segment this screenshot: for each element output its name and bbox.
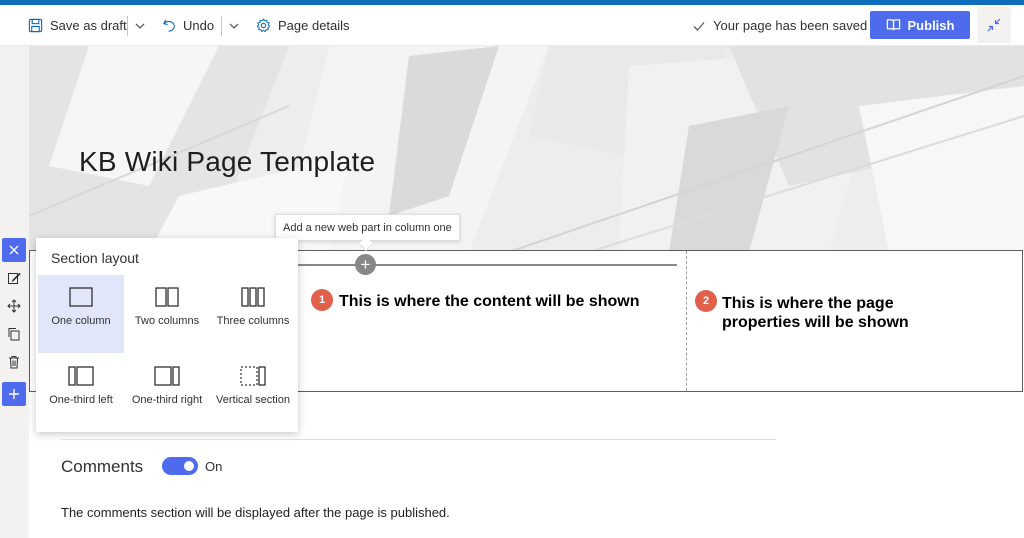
save-as-draft-button[interactable]: Save as draft — [28, 5, 127, 46]
comments-title: Comments — [61, 457, 144, 476]
comments-info-text: The comments section will be displayed a… — [61, 505, 450, 520]
layout-option-label: One-third right — [131, 394, 203, 406]
copy-icon — [8, 328, 20, 341]
delete-section-button[interactable] — [2, 350, 26, 374]
publish-label: Publish — [907, 17, 955, 33]
add-web-part-button[interactable]: + — [355, 254, 376, 275]
publish-button[interactable]: Publish — [870, 11, 970, 39]
undo-button[interactable]: Undo — [162, 5, 214, 46]
edit-icon — [8, 272, 21, 284]
one-third-left-icon — [68, 366, 94, 386]
undo-label: Undo — [183, 18, 215, 33]
one-column-icon — [69, 287, 93, 307]
save-status: Your page has been saved — [692, 5, 867, 46]
toolbar-divider — [127, 16, 128, 36]
layout-option-one-third-right[interactable]: One-third right — [124, 354, 210, 432]
move-icon — [7, 299, 21, 313]
layout-option-two-columns[interactable]: Two columns — [124, 275, 210, 353]
trash-icon — [9, 356, 19, 369]
add-web-part-tooltip: Add a new web part in column one — [275, 214, 460, 241]
save-as-draft-label: Save as draft — [50, 18, 127, 33]
page-title[interactable]: KB Wiki Page Template — [79, 146, 375, 178]
move-section-button[interactable] — [2, 294, 26, 318]
layout-option-label: One column — [51, 315, 111, 327]
vertical-section-icon — [240, 366, 266, 386]
plus-icon — [9, 389, 19, 399]
toolbar-divider — [221, 16, 222, 36]
command-bar: Save as draft Undo Page details Your pag… — [0, 5, 1024, 46]
layout-option-label: One-third left — [49, 394, 113, 406]
properties-note-line1: This is where the page — [722, 295, 894, 312]
save-options-dropdown[interactable] — [134, 5, 146, 46]
section-layout-panel: Section layout One column Two columns Th… — [36, 238, 298, 432]
comments-toggle-label: On — [205, 459, 223, 474]
chevron-down-icon — [135, 23, 145, 29]
close-section-layout-button[interactable] — [2, 238, 26, 262]
comments-toggle[interactable] — [162, 457, 198, 475]
page-details-button[interactable]: Page details — [256, 5, 350, 46]
callout-badge-1: 1 — [311, 289, 333, 311]
gear-icon — [256, 18, 271, 33]
column-divider — [686, 251, 687, 391]
add-web-part-line — [297, 264, 677, 266]
layout-option-one-third-left[interactable]: One-third left — [38, 354, 124, 432]
section-layout-title: Section layout — [51, 250, 139, 266]
left-rail — [0, 46, 29, 538]
plus-icon: + — [360, 255, 371, 274]
layout-option-label: Vertical section — [216, 394, 290, 406]
three-columns-icon — [241, 287, 265, 307]
collapse-icon — [987, 18, 1001, 32]
add-section-button[interactable] — [2, 382, 26, 406]
two-columns-icon — [155, 287, 179, 307]
save-icon — [28, 18, 43, 33]
save-status-text: Your page has been saved — [713, 18, 868, 33]
book-icon — [886, 19, 900, 31]
tooltip-text: Add a new web part in column one — [283, 221, 452, 234]
hero-banner[interactable]: KB Wiki Page Template — [29, 46, 1024, 252]
duplicate-section-button[interactable] — [2, 322, 26, 346]
layout-option-label: Two columns — [134, 315, 200, 327]
close-icon — [9, 245, 19, 255]
layout-option-one-column[interactable]: One column — [38, 275, 124, 353]
comments-divider — [61, 439, 776, 440]
callout-badge-2: 2 — [695, 290, 717, 312]
layout-option-vertical-section[interactable]: Vertical section — [210, 354, 296, 432]
properties-note-line2: properties will be shown — [722, 314, 909, 331]
page-details-label: Page details — [278, 18, 350, 33]
checkmark-icon — [693, 21, 705, 31]
chevron-down-icon — [229, 23, 239, 29]
content-note: This is where the content will be shown — [339, 293, 640, 310]
edit-section-button[interactable] — [2, 266, 26, 290]
layout-option-three-columns[interactable]: Three columns — [210, 275, 296, 353]
layout-option-label: Three columns — [216, 315, 290, 327]
undo-icon — [163, 19, 175, 32]
collapse-button[interactable] — [977, 7, 1011, 43]
undo-options-dropdown[interactable] — [228, 5, 240, 46]
one-third-right-icon — [154, 366, 180, 386]
